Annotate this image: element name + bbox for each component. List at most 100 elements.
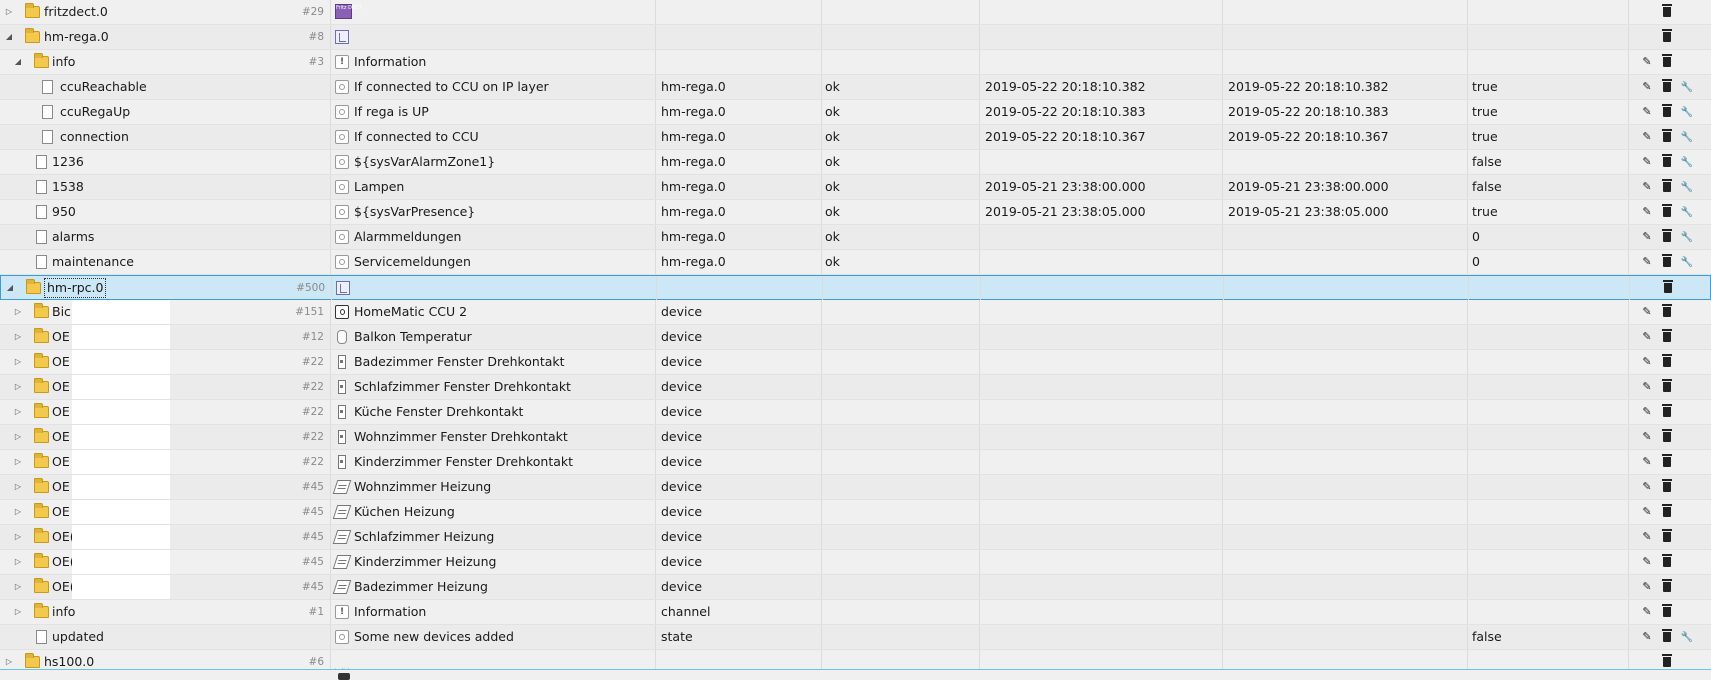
- value-cell[interactable]: [1467, 50, 1628, 74]
- value-cell[interactable]: [1467, 0, 1628, 24]
- name-cell[interactable]: Küchen Heizung: [330, 500, 655, 524]
- name-cell[interactable]: Wohnzimmer Heizung: [330, 475, 655, 499]
- tree-row[interactable]: ▷ OE #22 Wohnzimmer Fenster Drehkontakt devi…: [0, 425, 1711, 450]
- tree-row[interactable]: ▷ OE #22 Schlafzimmer Fenster Drehkontakt de…: [0, 375, 1711, 400]
- edit-button[interactable]: [1637, 125, 1657, 149]
- delete-button[interactable]: [1657, 125, 1677, 149]
- delete-button[interactable]: [1657, 500, 1677, 524]
- delete-button[interactable]: [1657, 75, 1677, 99]
- object-id[interactable]: info: [52, 50, 75, 74]
- edit-button[interactable]: [1637, 575, 1657, 599]
- value-cell[interactable]: [1467, 350, 1628, 374]
- object-id[interactable]: fritzdect.0: [44, 0, 108, 24]
- tree-row[interactable]: ▷ OE #45 Wohnzimmer Heizung device: [0, 475, 1711, 500]
- name-cell[interactable]: Wohnzimmer Fenster Drehkontakt: [330, 425, 655, 449]
- tree-row[interactable]: updated Some new devices added state false: [0, 625, 1711, 650]
- object-id[interactable]: info: [52, 600, 75, 624]
- config-button[interactable]: [1677, 225, 1697, 249]
- tree-row[interactable]: ccuReachable If connected to CCU on IP la…: [0, 75, 1711, 100]
- object-id[interactable]: OE: [52, 325, 70, 349]
- tree-row[interactable]: ▷ OE(#45 Kinderzimmer Heizung device: [0, 550, 1711, 575]
- value-cell[interactable]: [1467, 300, 1628, 324]
- edit-button[interactable]: [1637, 450, 1657, 474]
- value-cell[interactable]: 0: [1467, 250, 1628, 274]
- expand-right-icon[interactable]: ▷: [13, 450, 23, 474]
- edit-button[interactable]: [1637, 600, 1657, 624]
- tree-row[interactable]: ◢ info #3 Information: [0, 50, 1711, 75]
- name-cell[interactable]: Fritz DECT: [330, 0, 655, 24]
- delete-button[interactable]: [1657, 200, 1677, 224]
- tree-row[interactable]: ▷ info #1 Information channel: [0, 600, 1711, 625]
- tree-row[interactable]: ◢ hm-rega.0 #8: [0, 25, 1711, 50]
- edit-button[interactable]: [1637, 325, 1657, 349]
- delete-button[interactable]: [1657, 100, 1677, 124]
- tree-row[interactable]: ccuRegaUp If rega is UP hm-rega.0 ok 2019-05…: [0, 100, 1711, 125]
- edit-button[interactable]: [1637, 175, 1657, 199]
- partial-row[interactable]: [0, 669, 1711, 680]
- edit-button[interactable]: [1637, 525, 1657, 549]
- tree-row[interactable]: connection If connected to CCU hm-rega.0 ok…: [0, 125, 1711, 150]
- object-id[interactable]: hm-rpc.0: [43, 278, 107, 298]
- value-cell[interactable]: [1467, 325, 1628, 349]
- delete-button[interactable]: [1657, 525, 1677, 549]
- config-button[interactable]: [1677, 250, 1697, 274]
- object-id[interactable]: OE: [52, 450, 70, 474]
- value-cell[interactable]: false: [1467, 625, 1628, 649]
- tree-row[interactable]: 950 ${sysVarPresence} hm-rega.0 ok 2019-05-2…: [0, 200, 1711, 225]
- expand-right-icon[interactable]: ▷: [13, 600, 23, 624]
- delete-button[interactable]: [1657, 25, 1677, 49]
- name-cell[interactable]: Information: [330, 50, 655, 74]
- object-id[interactable]: hm-rega.0: [44, 25, 109, 49]
- value-cell[interactable]: [1467, 425, 1628, 449]
- object-id[interactable]: OE: [52, 425, 70, 449]
- value-cell[interactable]: true: [1467, 125, 1628, 149]
- name-cell[interactable]: Kinderzimmer Fenster Drehkontakt: [330, 450, 655, 474]
- object-id[interactable]: ccuRegaUp: [60, 100, 130, 124]
- value-cell[interactable]: [1467, 375, 1628, 399]
- value-cell[interactable]: [1467, 400, 1628, 424]
- delete-button[interactable]: [1657, 375, 1677, 399]
- edit-button[interactable]: [1637, 350, 1657, 374]
- name-cell[interactable]: Badezimmer Fenster Drehkontakt: [330, 350, 655, 374]
- value-cell[interactable]: [1467, 600, 1628, 624]
- name-cell[interactable]: [330, 25, 655, 49]
- delete-button[interactable]: [1658, 276, 1678, 300]
- edit-button[interactable]: [1637, 250, 1657, 274]
- value-cell[interactable]: [1467, 450, 1628, 474]
- object-id[interactable]: 1236: [52, 150, 84, 174]
- delete-button[interactable]: [1657, 400, 1677, 424]
- object-id[interactable]: connection: [60, 125, 129, 149]
- delete-button[interactable]: [1657, 475, 1677, 499]
- name-cell[interactable]: Alarmmeldungen: [330, 225, 655, 249]
- delete-button[interactable]: [1657, 575, 1677, 599]
- value-cell[interactable]: true: [1467, 100, 1628, 124]
- name-cell[interactable]: ${sysVarPresence}: [330, 200, 655, 224]
- tree-row[interactable]: ▷ fritzdect.0 #29 Fritz DECT: [0, 0, 1711, 25]
- name-cell[interactable]: Information: [330, 600, 655, 624]
- tree-row[interactable]: maintenance Servicemeldungen hm-rega.0 ok 0: [0, 250, 1711, 275]
- config-button[interactable]: [1677, 100, 1697, 124]
- tree-row[interactable]: 1538 Lampen hm-rega.0 ok 2019-05-21 23:38:00…: [0, 175, 1711, 200]
- value-cell[interactable]: true: [1467, 200, 1628, 224]
- expand-down-icon[interactable]: ◢: [4, 25, 14, 49]
- edit-button[interactable]: [1637, 550, 1657, 574]
- name-cell[interactable]: HomeMatic CCU 2: [330, 300, 655, 324]
- expand-right-icon[interactable]: ▷: [13, 350, 23, 374]
- config-button[interactable]: [1677, 125, 1697, 149]
- tree-row[interactable]: ▷ OE #45 Küchen Heizung device: [0, 500, 1711, 525]
- config-button[interactable]: [1677, 625, 1697, 649]
- edit-button[interactable]: [1637, 200, 1657, 224]
- name-cell[interactable]: Servicemeldungen: [330, 250, 655, 274]
- edit-button[interactable]: [1637, 100, 1657, 124]
- delete-button[interactable]: [1657, 250, 1677, 274]
- delete-button[interactable]: [1657, 450, 1677, 474]
- name-cell[interactable]: Some new devices added: [330, 625, 655, 649]
- edit-button[interactable]: [1637, 150, 1657, 174]
- expand-down-icon[interactable]: ◢: [5, 276, 15, 300]
- expand-right-icon[interactable]: ▷: [4, 0, 14, 24]
- object-id[interactable]: maintenance: [52, 250, 134, 274]
- value-cell[interactable]: [1467, 475, 1628, 499]
- object-id[interactable]: updated: [52, 625, 104, 649]
- tree-row[interactable]: ▷ OE #22 Kinderzimmer Fenster Drehkontakt de…: [0, 450, 1711, 475]
- value-cell[interactable]: 0: [1467, 225, 1628, 249]
